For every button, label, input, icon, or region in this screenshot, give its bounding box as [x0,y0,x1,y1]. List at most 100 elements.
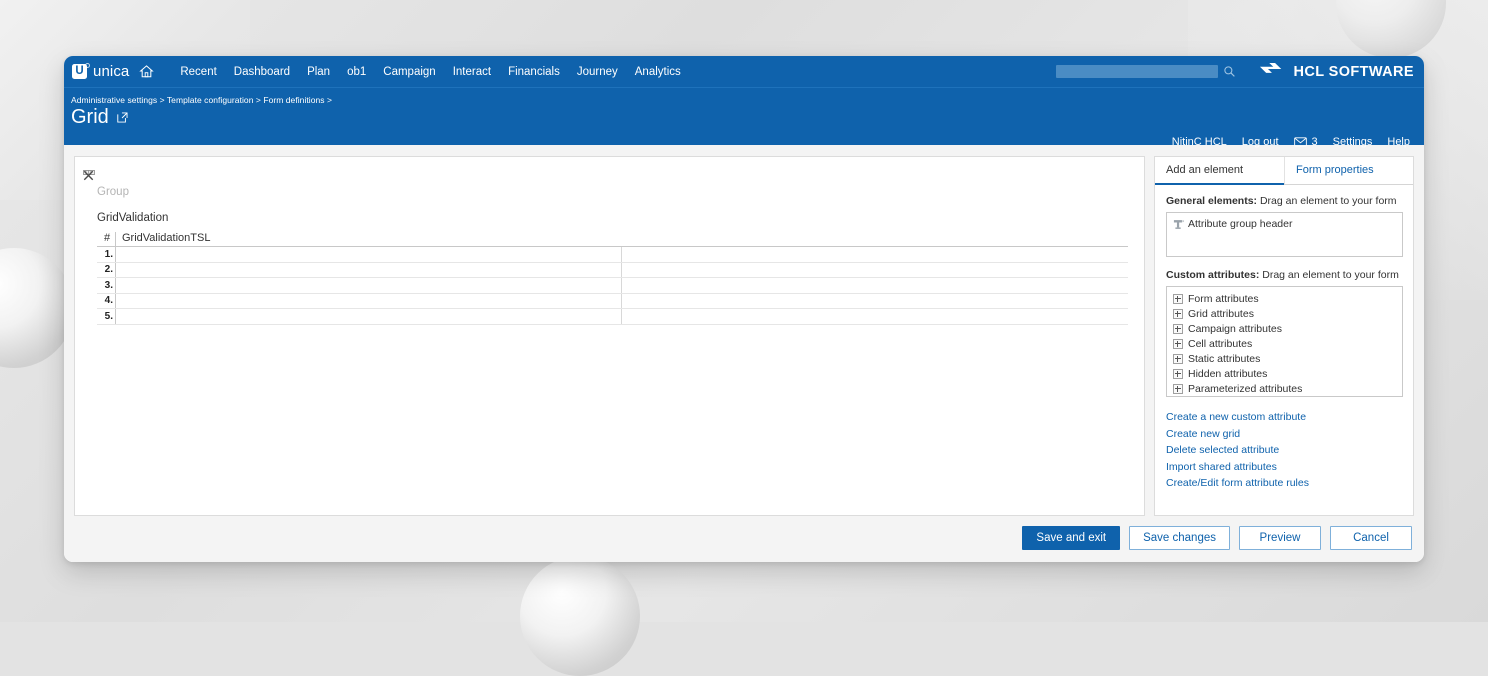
background-sphere-top-right [1336,0,1446,58]
table-row[interactable]: 4. [97,293,1128,309]
page-titlebar: Administrative settings > Template confi… [64,88,1424,148]
link-import-shared-attributes[interactable]: Import shared attributes [1166,459,1403,476]
grid-table[interactable]: # GridValidationTSL 1. 2. 3. 4. 5. [97,232,1128,325]
tree-item-grid-attributes[interactable]: Grid attributes [1173,306,1396,321]
grid-table-body: 1. 2. 3. 4. 5. [97,246,1128,325]
tree-item-campaign-attributes[interactable]: Campaign attributes [1173,321,1396,336]
brand-name: unica [93,63,130,80]
settings-link[interactable]: Settings [1333,136,1373,148]
nav-item-recent[interactable]: Recent [180,66,216,78]
nav-item-journey[interactable]: Journey [577,66,618,78]
grid-cell[interactable] [115,293,623,309]
drag-grip-icon[interactable] [83,162,95,175]
home-icon[interactable] [139,64,155,79]
help-link[interactable]: Help [1387,136,1410,148]
account-user: NitinC HCL [1171,136,1227,148]
element-attribute-group-header[interactable]: Attribute group header [1173,218,1396,230]
grid-cell[interactable] [621,277,1128,294]
element-label: Attribute group header [1188,218,1293,230]
tab-add-an-element[interactable]: Add an element [1155,157,1284,185]
grid-cell[interactable] [621,262,1128,278]
page-title-row: Grid [70,106,1424,128]
work-area: Group GridValidation # GridValidationTSL… [64,145,1424,516]
row-number: 2. [97,262,116,278]
row-number: 5. [97,308,116,325]
search-icon[interactable] [1223,65,1236,78]
custom-attributes-tree[interactable]: Form attributes Grid attributes Campaign… [1166,286,1403,397]
link-create-new-grid[interactable]: Create new grid [1166,426,1403,443]
nav-item-dashboard[interactable]: Dashboard [234,66,290,78]
grid-cell[interactable] [115,308,623,325]
tree-item-label: Static attributes [1188,352,1261,365]
mail-notification[interactable]: 3 [1293,136,1318,148]
expand-icon[interactable] [1173,383,1183,394]
grid-cell[interactable] [115,262,623,278]
table-row[interactable]: 2. [97,262,1128,278]
close-icon[interactable] [83,168,94,181]
general-elements-label-strong: General elements: [1166,195,1258,207]
cancel-button[interactable]: Cancel [1330,526,1412,550]
external-link-icon[interactable] [116,111,129,124]
tree-item-label: Campaign attributes [1188,322,1282,335]
save-and-exit-button[interactable]: Save and exit [1022,526,1121,550]
tree-item-hidden-attributes[interactable]: Hidden attributes [1173,366,1396,381]
general-elements-dropbox[interactable]: Attribute group header [1166,212,1403,257]
expand-icon[interactable] [1173,293,1183,304]
tree-item-label: Cell attributes [1188,337,1253,350]
unica-brand[interactable]: U unica [70,63,155,80]
logout-link[interactable]: Log out [1242,136,1279,148]
nav-item-financials[interactable]: Financials [508,66,560,78]
tree-item-form-attributes[interactable]: Form attributes [1173,291,1396,306]
element-panel: Add an element Form properties General e… [1154,156,1414,516]
expand-icon[interactable] [1173,308,1183,319]
search-input[interactable] [1056,65,1219,78]
table-row[interactable]: 5. [97,308,1128,325]
grid-col-gridvalidationtsl: GridValidationTSL [115,232,1128,247]
attribute-group-header-icon [1173,219,1184,230]
nav-item-campaign[interactable]: Campaign [383,66,435,78]
expand-icon[interactable] [1173,353,1183,364]
grid-table-head: # GridValidationTSL [97,232,1128,247]
row-number: 4. [97,293,116,309]
tree-item-label: Parameterized attributes [1188,382,1303,395]
custom-attributes-label-rest: Drag an element to your form [1259,269,1399,281]
mail-count: 3 [1311,136,1318,148]
tree-item-static-attributes[interactable]: Static attributes [1173,351,1396,366]
nav-item-ob1[interactable]: ob1 [347,66,366,78]
general-elements-label: General elements: Drag an element to you… [1166,195,1403,207]
link-create-new-custom-attribute[interactable]: Create a new custom attribute [1166,409,1403,426]
tree-item-cell-attributes[interactable]: Cell attributes [1173,336,1396,351]
footer-actions: Save and exit Save changes Preview Cance… [64,516,1424,562]
group-placeholder-label[interactable]: Group [97,186,1136,198]
link-delete-selected-attribute[interactable]: Delete selected attribute [1166,442,1403,459]
account-controls: NitinC HCL Log out 3 Settings Help [1172,136,1410,148]
grid-cell[interactable] [621,293,1128,309]
custom-attributes-label-strong: Custom attributes: [1166,269,1260,281]
grid-cell[interactable] [621,308,1128,325]
grid-cell[interactable] [115,246,623,263]
element-toolbar [83,162,97,181]
expand-icon[interactable] [1173,323,1183,334]
hcl-software-logo: HCL SOFTWARE [1258,61,1414,82]
preview-button[interactable]: Preview [1239,526,1321,550]
table-row[interactable]: 3. [97,277,1128,294]
tree-item-parameterized-attributes[interactable]: Parameterized attributes [1173,381,1396,396]
nav-item-interact[interactable]: Interact [453,66,491,78]
grid-col-number: # [97,232,116,247]
nav-item-plan[interactable]: Plan [307,66,330,78]
grid-cell[interactable] [115,277,623,294]
nav-item-analytics[interactable]: Analytics [635,66,681,78]
tab-form-properties[interactable]: Form properties [1284,157,1413,184]
save-changes-button[interactable]: Save changes [1129,526,1230,550]
grid-name-label[interactable]: GridValidation [97,212,1136,224]
form-canvas-inner: Group GridValidation # GridValidationTSL… [75,157,1144,325]
hcl-software-text: HCL SOFTWARE [1293,63,1414,80]
link-create-edit-form-attribute-rules[interactable]: Create/Edit form attribute rules [1166,475,1403,492]
table-row[interactable]: 1. [97,246,1128,263]
expand-icon[interactable] [1173,368,1183,379]
form-canvas[interactable]: Group GridValidation # GridValidationTSL… [74,156,1145,516]
expand-icon[interactable] [1173,338,1183,349]
grid-cell[interactable] [621,246,1128,263]
breadcrumb[interactable]: Administrative settings > Template confi… [70,95,1424,105]
global-search [1056,65,1236,78]
